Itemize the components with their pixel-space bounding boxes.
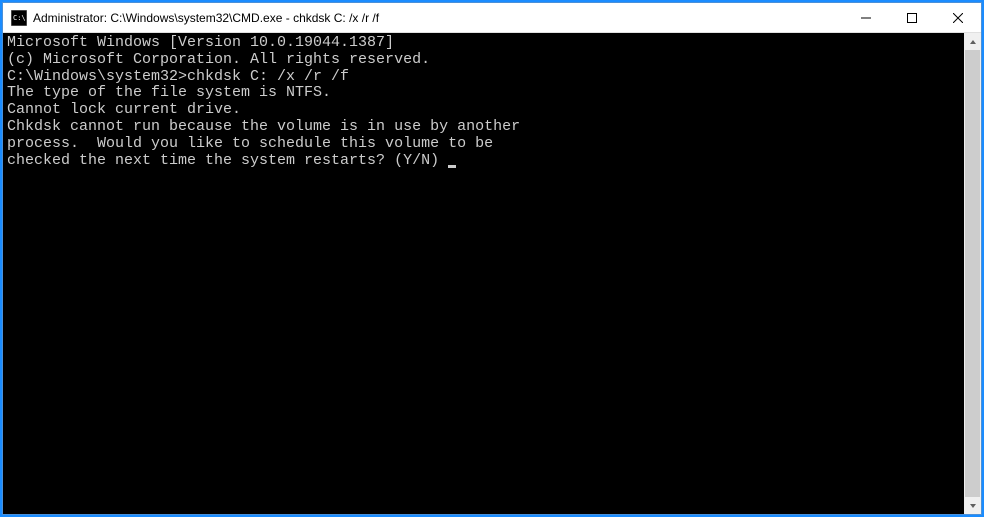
- vertical-scrollbar[interactable]: [964, 33, 981, 514]
- cursor: [448, 165, 456, 168]
- terminal-line: checked the next time the system restart…: [7, 153, 960, 170]
- terminal-line: Microsoft Windows [Version 10.0.19044.13…: [7, 35, 960, 52]
- minimize-button[interactable]: [843, 3, 889, 32]
- maximize-button[interactable]: [889, 3, 935, 32]
- window-title: Administrator: C:\Windows\system32\CMD.e…: [33, 11, 843, 25]
- titlebar[interactable]: C:\ Administrator: C:\Windows\system32\C…: [3, 3, 981, 33]
- terminal-line: Cannot lock current drive.: [7, 102, 960, 119]
- scroll-down-button[interactable]: [964, 497, 981, 514]
- cmd-window: C:\ Administrator: C:\Windows\system32\C…: [2, 2, 982, 515]
- scrollbar-track[interactable]: [964, 50, 981, 497]
- scroll-up-button[interactable]: [964, 33, 981, 50]
- terminal-line: process. Would you like to schedule this…: [7, 136, 960, 153]
- terminal-line: Chkdsk cannot run because the volume is …: [7, 119, 960, 136]
- cmd-icon: C:\: [11, 10, 27, 26]
- terminal-output[interactable]: Microsoft Windows [Version 10.0.19044.13…: [3, 33, 964, 514]
- window-controls: [843, 3, 981, 32]
- svg-text:C:\: C:\: [13, 14, 26, 22]
- scrollbar-thumb[interactable]: [965, 50, 980, 497]
- terminal-line: The type of the file system is NTFS.: [7, 85, 960, 102]
- terminal-line: C:\Windows\system32>chkdsk C: /x /r /f: [7, 69, 960, 86]
- terminal-container: Microsoft Windows [Version 10.0.19044.13…: [3, 33, 981, 514]
- close-button[interactable]: [935, 3, 981, 32]
- terminal-line: (c) Microsoft Corporation. All rights re…: [7, 52, 960, 69]
